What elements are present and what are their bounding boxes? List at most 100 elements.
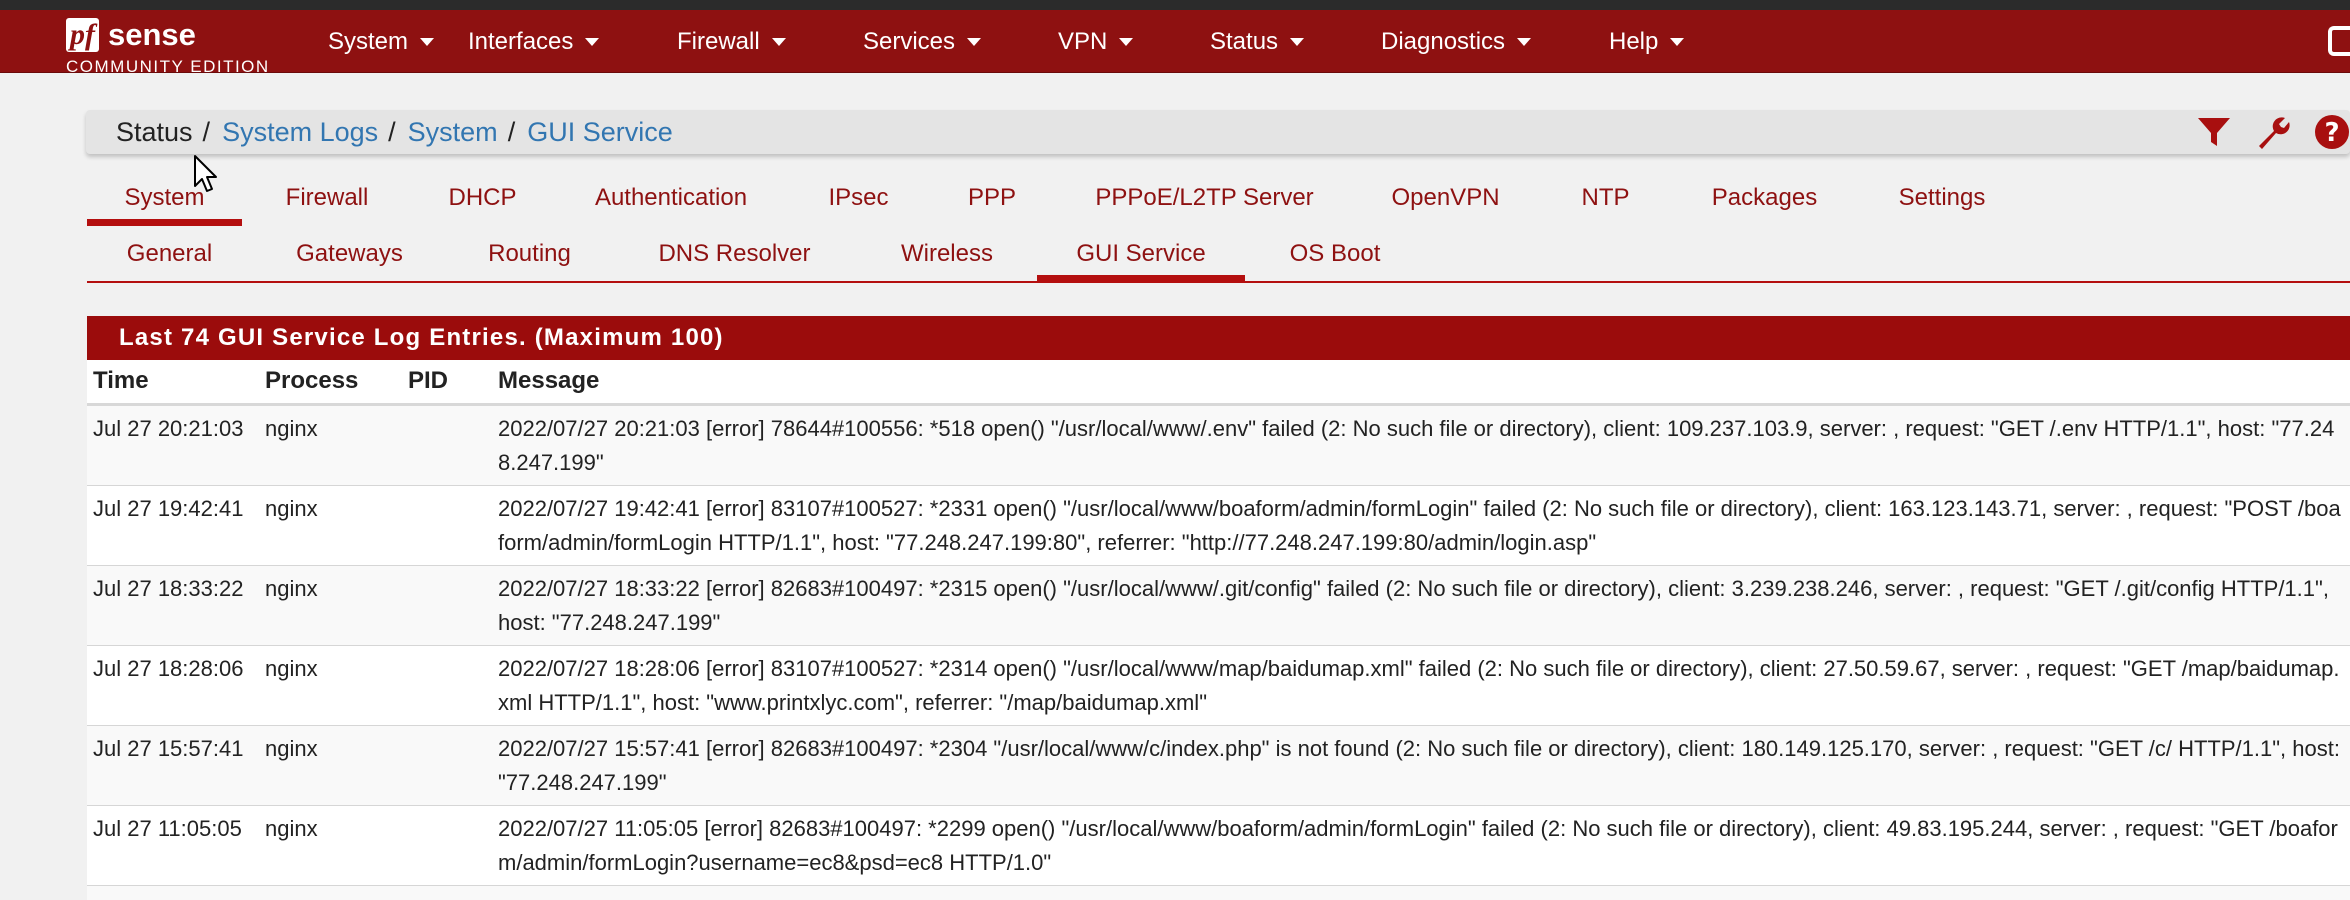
subtab-gui-service[interactable]: GUI Service <box>1037 232 1245 282</box>
log-message: 2022/07/27 20:21:03 [error] 78644#100556… <box>492 403 2350 485</box>
log-pid <box>402 884 492 900</box>
caret-down-icon <box>771 37 786 46</box>
caret-down-icon <box>585 37 600 46</box>
log-pid <box>402 403 492 485</box>
subtab-general[interactable]: General <box>87 232 252 276</box>
caret-down-icon <box>967 37 982 46</box>
log-panel: Last 74 GUI Service Log Entries. (Maximu… <box>87 316 2350 900</box>
column-pid: PID <box>402 360 492 406</box>
breadcrumb-system-logs[interactable]: System Logs <box>222 117 378 148</box>
tab-pppoe-l2tp-server[interactable]: PPPoE/L2TP Server <box>1056 176 1353 220</box>
menu-label: Help <box>1609 27 1659 55</box>
log-process: nginx <box>259 644 402 725</box>
subtab-routing[interactable]: Routing <box>447 232 612 276</box>
mouse-cursor-icon <box>194 155 217 192</box>
log-row: Jul 27 18:28:06 nginx 2022/07/27 18:28:0… <box>87 644 2350 725</box>
tab-openvpn[interactable]: OpenVPN <box>1353 176 1538 220</box>
breadcrumb: Status / System Logs / System / GUI Serv… <box>116 110 673 154</box>
log-time: Jul 27 18:33:22 <box>87 564 259 645</box>
menu-firewall[interactable]: Firewall <box>677 10 863 73</box>
breadcrumb-separator: / <box>388 116 396 147</box>
breadcrumb-system[interactable]: System <box>408 117 498 148</box>
logo-sense: sense <box>108 17 196 52</box>
tab-ntp[interactable]: NTP <box>1538 176 1673 220</box>
log-process: nginx <box>259 724 402 805</box>
menu-vpn[interactable]: VPN <box>1058 10 1210 73</box>
pfsense-logo[interactable]: pf sense COMMUNITY EDITION <box>66 16 296 76</box>
tab-packages[interactable]: Packages <box>1673 176 1856 220</box>
breadcrumb-gui-service[interactable]: GUI Service <box>527 117 673 148</box>
menu-label: System <box>328 27 409 55</box>
log-table: Time Process PID Message Jul 27 20:21:03… <box>87 360 2350 900</box>
subtab-gateways[interactable]: Gateways <box>252 232 447 276</box>
log-process: nginx <box>259 804 402 885</box>
log-row: Jul 27 19:42:41 nginx 2022/07/27 19:42:4… <box>87 484 2350 565</box>
caret-down-icon <box>1670 37 1685 46</box>
tab-dhcp[interactable]: DHCP <box>412 176 553 220</box>
log-time: Jul 27 19:42:41 <box>87 484 259 565</box>
navbar: pf sense COMMUNITY EDITION System Interf… <box>0 10 2350 76</box>
log-category-tabs: System Firewall DHCP Authentication IPse… <box>87 176 2028 226</box>
tab-ipsec[interactable]: IPsec <box>789 176 928 220</box>
log-time: Jul 27 10:21:24 <box>87 884 259 900</box>
tab-ppp[interactable]: PPP <box>928 176 1056 220</box>
tab-system[interactable]: System <box>87 176 242 226</box>
menu-label: VPN <box>1058 27 1108 55</box>
log-process: nginx <box>259 564 402 645</box>
log-message: 2022/07/27 10:21:24 [error] 82683#100497… <box>492 884 2350 900</box>
filter-icon[interactable] <box>2196 114 2232 150</box>
log-time: Jul 27 11:05:05 <box>87 804 259 885</box>
tab-authentication[interactable]: Authentication <box>553 176 789 220</box>
menu-label: Firewall <box>677 27 760 55</box>
breadcrumb-actions: ? <box>2196 110 2350 154</box>
caret-down-icon <box>1119 37 1134 46</box>
menu-system[interactable]: System <box>328 10 468 73</box>
log-row: Jul 27 15:57:41 nginx 2022/07/27 15:57:4… <box>87 724 2350 805</box>
log-pid <box>402 564 492 645</box>
breadcrumb-separator: / <box>507 116 516 147</box>
column-message: Message <box>492 360 2350 406</box>
log-pid <box>402 484 492 565</box>
log-row: Jul 27 10:21:24 nginx 2022/07/27 10:21:2… <box>87 884 2350 900</box>
log-process: nginx <box>259 884 402 900</box>
wrench-icon[interactable] <box>2254 113 2292 151</box>
column-time: Time <box>87 360 259 406</box>
tab-firewall[interactable]: Firewall <box>242 176 412 220</box>
menu-interfaces[interactable]: Interfaces <box>468 10 677 73</box>
subtab-dns-resolver[interactable]: DNS Resolver <box>612 232 857 276</box>
menu-label: Services <box>863 27 956 55</box>
log-time: Jul 27 15:57:41 <box>87 724 259 805</box>
system-subtabs: General Gateways Routing DNS Resolver Wi… <box>87 232 1425 282</box>
log-time: Jul 27 20:21:03 <box>87 403 259 485</box>
log-pid <box>402 724 492 805</box>
log-message: 2022/07/27 18:28:06 [error] 83107#100527… <box>492 644 2350 725</box>
menu-status[interactable]: Status <box>1210 10 1381 73</box>
menu-diagnostics[interactable]: Diagnostics <box>1381 10 1609 73</box>
log-table-header: Time Process PID Message <box>87 360 2350 406</box>
column-process: Process <box>259 360 402 406</box>
caret-down-icon <box>1517 37 1532 46</box>
menu-help[interactable]: Help <box>1609 10 1729 73</box>
log-process: nginx <box>259 403 402 485</box>
log-pid <box>402 644 492 725</box>
logo-pf: pf <box>66 18 99 52</box>
log-message: 2022/07/27 15:57:41 [error] 82683#100497… <box>492 724 2350 805</box>
menu-services[interactable]: Services <box>863 10 1058 73</box>
subtab-os-boot[interactable]: OS Boot <box>1245 232 1425 276</box>
question-circle-icon[interactable]: ? <box>2314 114 2350 150</box>
breadcrumb-separator: / <box>202 116 211 147</box>
log-row: Jul 27 20:21:03 nginx 2022/07/27 20:21:0… <box>87 403 2350 485</box>
log-message: 2022/07/27 11:05:05 [error] 82683#100497… <box>492 804 2350 885</box>
breadcrumb-bar: Status / System Logs / System / GUI Serv… <box>86 110 2350 154</box>
caret-down-icon <box>1290 37 1305 46</box>
subtab-wireless[interactable]: Wireless <box>857 232 1037 276</box>
tab-settings[interactable]: Settings <box>1856 176 2028 220</box>
log-row: Jul 27 18:33:22 nginx 2022/07/27 18:33:2… <box>87 564 2350 645</box>
menu-label: Diagnostics <box>1381 27 1506 55</box>
log-message: 2022/07/27 18:33:22 [error] 82683#100497… <box>492 564 2350 645</box>
breadcrumb-status: Status <box>116 116 193 147</box>
log-pid <box>402 804 492 885</box>
logo-edition: COMMUNITY EDITION <box>66 57 270 76</box>
svg-text:?: ? <box>2324 118 2339 148</box>
sign-out-icon[interactable] <box>2328 26 2350 56</box>
